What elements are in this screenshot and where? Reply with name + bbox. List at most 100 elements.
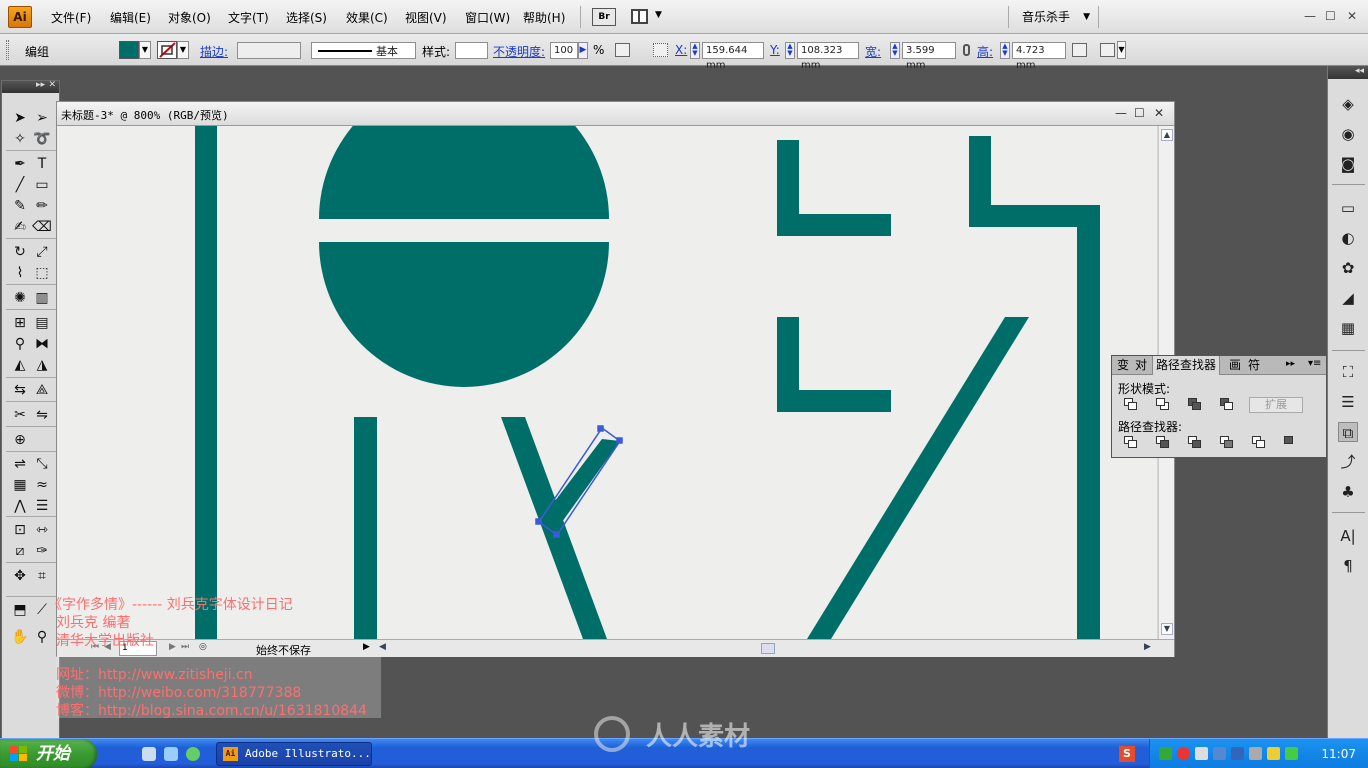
outline-icon[interactable] xyxy=(1252,436,1266,449)
unite-icon[interactable] xyxy=(1124,398,1138,411)
long-diagonal-stroke[interactable] xyxy=(807,317,1029,639)
line-segment-tool[interactable]: ╱ xyxy=(10,176,30,194)
chevron-down-icon[interactable]: ▼ xyxy=(139,41,151,59)
bridge-button[interactable]: Br xyxy=(592,8,616,26)
symbol-sprayer-tool[interactable]: ✺ xyxy=(10,289,30,307)
magic-wand-tool[interactable]: ✧ xyxy=(10,130,30,148)
column-graph-tool[interactable]: ▥ xyxy=(32,289,52,307)
symbols-icon[interactable]: ♣ xyxy=(1338,482,1358,502)
tab-transform[interactable]: 变 xyxy=(1114,356,1132,375)
graphic-style-select[interactable] xyxy=(455,42,488,59)
shear-tool[interactable]: ⤡ xyxy=(32,455,52,473)
artboard-canvas[interactable] xyxy=(57,126,1157,639)
close-button[interactable]: ✕ xyxy=(1347,9,1357,23)
selected-stroke[interactable] xyxy=(539,439,620,529)
panel-grip[interactable] xyxy=(6,40,9,60)
menu-help[interactable]: 帮助(H) xyxy=(523,9,565,26)
tray-network-icon[interactable] xyxy=(1159,747,1172,760)
menu-object[interactable]: 对象(O) xyxy=(168,9,211,26)
paintbrush-tool[interactable]: ✎ xyxy=(10,197,30,215)
pencil-tool[interactable]: ✏ xyxy=(32,197,52,215)
collapse-icon[interactable]: ▸▸ xyxy=(36,80,45,90)
free-transform-tool[interactable]: ⬚ xyxy=(32,264,52,282)
tools-panel-header[interactable]: ▸▸ ✕ xyxy=(2,80,59,93)
menu-view[interactable]: 视图(V) xyxy=(405,9,447,26)
transform-icon[interactable] xyxy=(1072,43,1087,57)
expand-panel-icon[interactable]: ▸▸ xyxy=(1286,359,1295,369)
minus-front-icon[interactable] xyxy=(1156,398,1170,411)
tab-symbols[interactable]: 符 xyxy=(1245,356,1263,375)
twirl-tool[interactable]: ≈ xyxy=(32,476,52,494)
mesh-tool[interactable]: ⊞ xyxy=(10,314,30,332)
rotate-tool[interactable]: ↻ xyxy=(10,243,30,261)
circle-bottom-half[interactable] xyxy=(319,242,609,387)
crop-area-tool[interactable]: ⊡ xyxy=(10,521,30,539)
tray-display-icon[interactable] xyxy=(1213,747,1226,760)
quicklaunch-app-icon[interactable] xyxy=(186,747,200,761)
scale-tool[interactable]: ⤢ xyxy=(32,243,52,261)
character-icon[interactable]: A| xyxy=(1338,526,1358,546)
menu-edit[interactable]: 编辑(E) xyxy=(110,9,151,26)
crop-icon[interactable] xyxy=(1220,436,1234,449)
merge-icon[interactable] xyxy=(1188,436,1202,449)
menu-window[interactable]: 窗口(W) xyxy=(465,9,510,26)
live-paint-bucket-tool[interactable]: ◭ xyxy=(10,356,30,374)
lasso-tool[interactable]: ➰ xyxy=(32,130,52,148)
close-icon[interactable]: ✕ xyxy=(48,80,56,90)
tray-shield-icon[interactable] xyxy=(1285,747,1298,760)
tab-brushes[interactable]: 画 xyxy=(1226,356,1244,375)
knife-tool[interactable]: ⇋ xyxy=(32,406,52,424)
swatches-icon[interactable]: ▦ xyxy=(1338,318,1358,338)
chevron-right-icon[interactable]: ▶ xyxy=(578,42,588,59)
input-method-icon[interactable]: S xyxy=(1119,746,1135,762)
recolor-artwork-icon[interactable] xyxy=(615,43,630,57)
x-position-field[interactable]: 159.644 mm xyxy=(702,42,764,71)
stroke-profile-select[interactable]: 基本 xyxy=(311,42,416,59)
horizontal-scroll-thumb[interactable] xyxy=(761,643,775,654)
perspective-grid-tool[interactable]: ⟁ xyxy=(32,381,52,399)
gradient-icon[interactable]: ◢ xyxy=(1338,288,1358,308)
blob-brush-tool[interactable]: ✍ xyxy=(10,218,30,236)
blend-tool[interactable]: ⧓ xyxy=(32,335,52,353)
pucker-tool[interactable]: ⋀ xyxy=(10,497,30,515)
tray-speaker-icon[interactable] xyxy=(1195,747,1208,760)
corner-stroke-upper[interactable] xyxy=(777,140,891,236)
warp-tool[interactable]: ⌇ xyxy=(10,264,30,282)
graph-tool[interactable]: ⊕ xyxy=(10,431,30,449)
brush-tool[interactable]: ✑ xyxy=(32,542,52,560)
document-titlebar[interactable]: 未标题-3* @ 800% (RGB/预览) — ☐ ✕ xyxy=(57,102,1174,126)
layers-icon[interactable]: ◈ xyxy=(1338,94,1358,114)
opacity-label[interactable]: 不透明度: xyxy=(493,43,545,60)
menu-select[interactable]: 选择(S) xyxy=(286,9,327,26)
doc-close-button[interactable]: ✕ xyxy=(1154,106,1164,120)
scroll-up-icon[interactable]: ▲ xyxy=(1161,129,1173,141)
scissors-tool[interactable]: ✂ xyxy=(10,406,30,424)
graphic-styles-icon[interactable]: ◙ xyxy=(1338,154,1358,174)
links-icon[interactable]: ⤴ xyxy=(1338,452,1358,472)
pen-tool[interactable]: ✒ xyxy=(10,155,30,173)
minus-back-icon[interactable] xyxy=(1284,436,1298,449)
type-tool[interactable]: T xyxy=(32,155,52,173)
chevron-down-icon[interactable]: ▼ xyxy=(177,41,189,59)
isolate-group-icon[interactable] xyxy=(1100,43,1115,57)
stroke-icon[interactable]: ▭ xyxy=(1338,198,1358,218)
gradient-tool[interactable]: ▤ xyxy=(32,314,52,332)
minimize-button[interactable]: — xyxy=(1304,9,1316,23)
panel-menu-icon[interactable]: ▾≡ xyxy=(1308,358,1321,369)
eraser-tool[interactable]: ⌫ xyxy=(32,218,52,236)
stroke-label[interactable]: 描边: xyxy=(200,43,228,60)
menu-type[interactable]: 文字(T) xyxy=(228,9,269,26)
height-label[interactable]: 高: xyxy=(977,43,993,60)
x-stepper[interactable]: ▲ ▼ xyxy=(690,42,700,59)
align-icon[interactable]: ☰ xyxy=(1338,392,1358,412)
polar-grid-tool[interactable]: ✥ xyxy=(10,567,30,585)
spiral-tool[interactable]: ⌗ xyxy=(32,567,52,585)
measure-tool[interactable]: ⇿ xyxy=(32,521,52,539)
start-button[interactable]: 开始 xyxy=(0,739,97,768)
corner-stroke-lower[interactable] xyxy=(777,317,891,412)
vertical-stroke[interactable] xyxy=(195,126,217,639)
y-position-field[interactable]: 108.323 mm xyxy=(797,42,859,71)
taskbar-illustrator-button[interactable]: Ai Adobe Illustrato... xyxy=(216,742,372,766)
shape-builder-tool[interactable]: ⧄ xyxy=(10,542,30,560)
width-label[interactable]: 宽: xyxy=(865,43,881,60)
